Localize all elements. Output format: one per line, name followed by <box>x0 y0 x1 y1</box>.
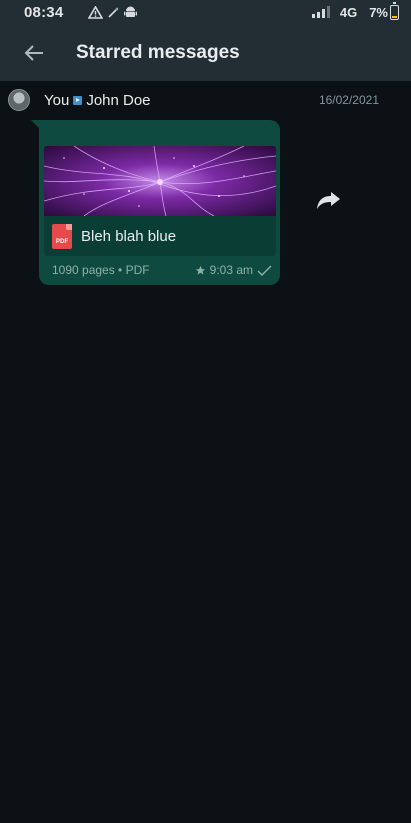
message-time: 9:03 am <box>209 263 253 277</box>
document-name: Bleh blah blue <box>81 227 177 245</box>
sender-name: You <box>44 91 70 109</box>
battery-icon <box>390 1 399 20</box>
network-type: 4G <box>339 4 358 20</box>
arrow-right-icon <box>73 95 83 105</box>
wand-icon <box>108 6 119 18</box>
warning-icon <box>88 5 103 19</box>
app-bar: Starred messages <box>0 24 411 81</box>
document-preview[interactable] <box>44 146 276 216</box>
document-meta: 1090 pages • PDF <box>52 263 150 277</box>
sent-check-icon <box>257 265 272 276</box>
avatar[interactable] <box>8 89 30 111</box>
forward-icon <box>317 192 340 209</box>
sender-line: You John Doe <box>44 92 151 109</box>
forward-button[interactable] <box>316 190 344 212</box>
arrow-left-icon <box>24 44 43 61</box>
star-icon <box>195 265 205 275</box>
signal-icon <box>311 6 330 18</box>
back-button[interactable] <box>14 33 54 73</box>
document-row[interactable]: PDF Bleh blah blue <box>44 216 276 256</box>
pdf-icon-label: PDF <box>56 238 68 245</box>
message-date: 16/02/2021 <box>318 93 379 107</box>
message-bubble[interactable]: PDF Bleh blah blue 1090 pages • PDF 9:03… <box>39 120 280 285</box>
status-time: 08:34 <box>24 3 64 21</box>
message-header[interactable]: You John Doe 16/02/2021 <box>0 86 411 114</box>
status-right: 4G 7% <box>311 0 399 24</box>
battery-percent: 7% <box>369 4 388 20</box>
message-time-row: 9:03 am <box>195 263 272 277</box>
status-notification-icons <box>88 5 137 19</box>
recipient-name: John Doe <box>86 91 151 109</box>
status-bar: 08:34 4G 7% <box>0 0 411 24</box>
page-title: Starred messages <box>76 41 240 63</box>
preview-image <box>44 146 276 216</box>
pdf-file-icon: PDF <box>52 223 72 249</box>
android-icon <box>124 6 137 17</box>
